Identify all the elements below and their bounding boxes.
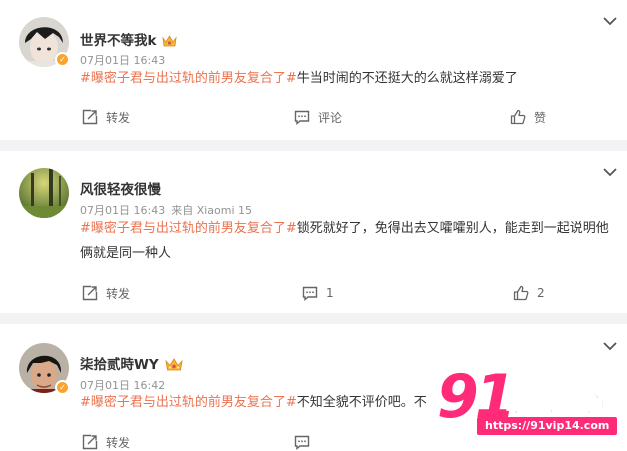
repost-button[interactable]: 转发 <box>82 432 130 451</box>
like-button[interactable]: 2 <box>513 283 545 303</box>
comment-icon <box>302 286 318 301</box>
repost-icon <box>82 434 98 450</box>
chevron-down-icon[interactable] <box>603 16 617 26</box>
watermark-text: 吃瓜中心 <box>505 390 605 419</box>
crown-icon <box>165 358 183 371</box>
avatar[interactable] <box>19 168 69 218</box>
comment-count: 1 <box>326 286 334 300</box>
comment-text: #曝密子君与出过轨的前男友复合了#锁死就好了，免得出去又嚯嚯别人，能走到一起说明… <box>80 221 609 261</box>
verified-badge-icon: ✓ <box>55 380 70 395</box>
watermark-logo: 91 吃瓜中心 https://91vip14.com <box>437 362 618 444</box>
repost-icon <box>82 285 98 301</box>
comment-feed: ✓ 世界不等我k 07月01日 16:43 #曝密子君与出过轨的前男友复合了#牛… <box>0 0 627 451</box>
action-bar: 转发 评论 赞 <box>0 107 627 127</box>
comment-button[interactable]: 评论 <box>294 107 342 127</box>
like-button[interactable]: 赞 <box>510 107 546 127</box>
chevron-down-icon[interactable] <box>603 341 617 351</box>
like-count: 2 <box>537 286 545 300</box>
topic-tag-link[interactable]: #曝密子君与出过轨的前男友复合了# <box>80 71 297 86</box>
crown-icon <box>162 35 178 47</box>
thumbs-up-icon <box>510 109 526 125</box>
comment-card: ✓ 世界不等我k 07月01日 16:43 #曝密子君与出过轨的前男友复合了#牛… <box>0 0 627 140</box>
topic-tag-link[interactable]: #曝密子君与出过轨的前男友复合了# <box>80 221 297 236</box>
comment-icon <box>294 435 310 450</box>
comment-text: #曝密子君与出过轨的前男友复合了#牛当时闹的不还挺大的么就这样溺爱了 <box>80 71 518 86</box>
comment-icon <box>294 110 310 125</box>
comment-button[interactable] <box>294 432 310 451</box>
thumbs-up-icon <box>513 285 529 301</box>
watermark-url: https://91vip14.com <box>477 417 618 435</box>
repost-button[interactable]: 转发 <box>82 283 130 303</box>
chevron-down-icon[interactable] <box>603 167 617 177</box>
username[interactable]: 柒拾贰時WY <box>80 353 183 373</box>
comment-card: 风很轻夜很慢 07月01日 16:43 来自 Xiaomi 15 #曝密子君与出过… <box>0 151 627 313</box>
topic-tag-link[interactable]: #曝密子君与出过轨的前男友复合了# <box>80 395 297 410</box>
repost-button[interactable]: 转发 <box>82 107 130 127</box>
username[interactable]: 世界不等我k <box>80 29 178 49</box>
verified-badge-icon: ✓ <box>55 52 70 67</box>
username[interactable]: 风很轻夜很慢 <box>80 178 161 198</box>
action-bar: 转发 1 2 <box>0 283 627 303</box>
comment-button[interactable]: 1 <box>302 283 334 303</box>
repost-icon <box>82 109 98 125</box>
